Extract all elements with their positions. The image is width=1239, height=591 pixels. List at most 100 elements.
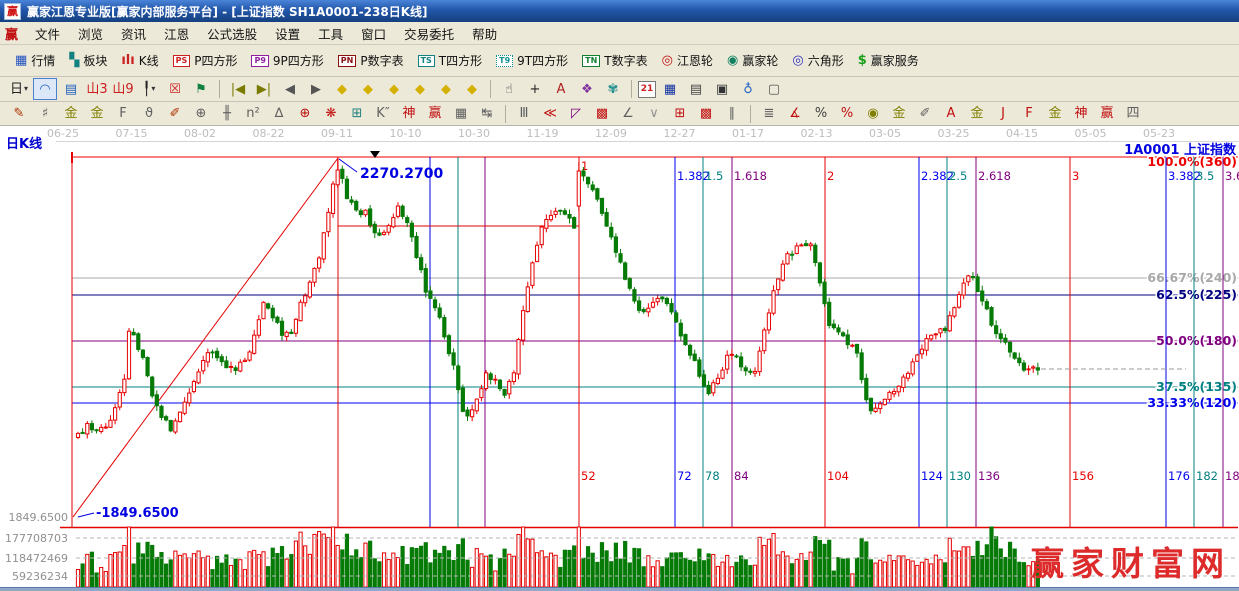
ying-hash-tool[interactable]: 赢 [423, 103, 447, 125]
span-arrows-tool[interactable]: ↹ [475, 103, 499, 125]
percent-angle-tool[interactable]: ∡ [783, 103, 807, 125]
f-hash-tool[interactable]: F [111, 103, 135, 125]
gold-circle-tool[interactable]: ◉ [861, 103, 885, 125]
menu-help[interactable]: 帮助 [463, 22, 506, 45]
gold-angle1-tool[interactable]: 金 [965, 103, 989, 125]
gold-hash-tool[interactable]: 金 [59, 103, 83, 125]
hexagon-button[interactable]: ◎六角形 [785, 49, 850, 72]
next-bar-button[interactable]: ▶ [304, 78, 328, 100]
gold-angle2-tool[interactable]: 金 [1043, 103, 1067, 125]
measure-pen-tool[interactable]: ✐ [913, 103, 937, 125]
calendar-button[interactable]: 21 [638, 81, 656, 98]
bars-9-button[interactable]: 山9 [111, 78, 135, 100]
menu-tools[interactable]: 工具 [309, 22, 352, 45]
menu-trade[interactable]: 交易委托 [395, 22, 463, 45]
angle-a-tool[interactable]: ∆ [267, 103, 291, 125]
ruler-123-tool[interactable]: ▦ [449, 103, 473, 125]
pen-ruler-tool[interactable]: ✐ [163, 103, 187, 125]
zoom-in-x-button[interactable]: ◆ [356, 78, 380, 100]
menu-formula-picker[interactable]: 公式选股 [198, 22, 266, 45]
wave-a-tool[interactable]: A [939, 103, 963, 125]
hash-tool[interactable]: ♯ [33, 103, 57, 125]
gold-lines-tool[interactable]: 金 [887, 103, 911, 125]
t-square-button[interactable]: TST四方形 [411, 49, 490, 72]
info-board-button[interactable]: ▤ [59, 78, 83, 100]
candle-style-dropdown[interactable]: ╿▾ [137, 78, 161, 100]
save-button[interactable]: ▣ [710, 78, 734, 100]
k-marks-tool[interactable]: K″ [371, 103, 395, 125]
zoom-out-x-button[interactable]: ◆ [330, 78, 354, 100]
n2-tool[interactable]: n² [241, 103, 265, 125]
p-number-button[interactable]: PNP数字表 [331, 49, 411, 72]
menu-browse[interactable]: 浏览 [69, 22, 112, 45]
fan-square-tool[interactable]: ◸ [564, 103, 588, 125]
crosshair-button[interactable]: + [523, 78, 547, 100]
clamp-tool[interactable]: Ⅲ [512, 103, 536, 125]
menu-gann[interactable]: 江恩 [155, 22, 198, 45]
gann-wheel-button[interactable]: ◎江恩轮 [655, 49, 720, 72]
f-angle-tool[interactable]: F [1017, 103, 1041, 125]
fan-box-tool[interactable]: ▩ [590, 103, 614, 125]
shen-angle-tool[interactable]: 神 [1069, 103, 1093, 125]
first-bar-button[interactable]: |◀ [226, 78, 250, 100]
menu-news[interactable]: 资讯 [112, 22, 155, 45]
mark-button[interactable]: ❖ [575, 78, 599, 100]
red-grid2-tool[interactable]: ▩ [694, 103, 718, 125]
pattern-x-button[interactable]: ☒ [163, 78, 187, 100]
kline-chart[interactable]: 06-2507-1508-0208-2209-1110-1010-3011-19… [0, 126, 1239, 591]
zoom-in-y-button[interactable]: ◆ [460, 78, 484, 100]
t9-square-button[interactable]: T99T四方形 [489, 49, 575, 72]
gann-circle-tool[interactable]: ⊕ [189, 103, 213, 125]
parallels-tool[interactable]: ∥ [720, 103, 744, 125]
hand-drag-button[interactable]: ☝ [497, 78, 521, 100]
winner-service-button[interactable]: $赢家服务 [851, 49, 926, 72]
menu-file[interactable]: 文件 [26, 22, 69, 45]
gold-hash2-tool[interactable]: 金 [85, 103, 109, 125]
prev-bar-button[interactable]: ◀ [278, 78, 302, 100]
zigzag-tool[interactable]: ∨ [642, 103, 666, 125]
menu-settings[interactable]: 设置 [266, 22, 309, 45]
brush-tool[interactable]: ✎ [7, 103, 31, 125]
candle-body [1022, 363, 1025, 370]
last-bar-button[interactable]: ▶| [252, 78, 276, 100]
spiral-tool[interactable]: ϑ [137, 103, 161, 125]
angle-lines-tool[interactable]: ∠ [616, 103, 640, 125]
scale-tool[interactable]: ≣ [757, 103, 781, 125]
shen-hash-tool[interactable]: 神 [397, 103, 421, 125]
annotate-button[interactable]: A [549, 78, 573, 100]
quotes-button[interactable]: ▦行情 [8, 49, 62, 72]
calculator-button[interactable]: ▦ [658, 78, 682, 100]
volume-bar [498, 558, 501, 587]
winner-wheel-button[interactable]: ◉赢家轮 [720, 49, 785, 72]
zoom-out-y-button[interactable]: ◆ [434, 78, 458, 100]
spider-web-tool[interactable]: ❋ [319, 103, 343, 125]
kline-button[interactable]: ılıK线 [114, 49, 165, 72]
ticks-tool[interactable]: ╫ [215, 103, 239, 125]
link-button[interactable]: ✾ [601, 78, 625, 100]
percent-line-tool[interactable]: % [835, 103, 859, 125]
sectors-button[interactable]: ▚板块 [62, 49, 114, 72]
menu-window[interactable]: 窗口 [352, 22, 395, 45]
four-angle-tool[interactable]: 四 [1121, 103, 1145, 125]
percent-tool[interactable]: % [809, 103, 833, 125]
red-grid-tool[interactable]: ⊞ [668, 103, 692, 125]
signal-flag-button[interactable]: ⚑ [189, 78, 213, 100]
zoom-in-xy-button[interactable]: ◆ [382, 78, 406, 100]
kline-period-dropdown[interactable]: 日▾ [7, 78, 31, 100]
t-number-button[interactable]: TNT数字表 [575, 49, 655, 72]
web-square-tool[interactable]: ⊞ [345, 103, 369, 125]
p9-square-button[interactable]: P99P四方形 [244, 49, 330, 72]
circle-cross-tool[interactable]: ⊕ [293, 103, 317, 125]
red-fan-tool[interactable]: ≪ [538, 103, 562, 125]
ying-angle-tool[interactable]: 赢 [1095, 103, 1119, 125]
bars-3-button[interactable]: 山3 [85, 78, 109, 100]
notes-button[interactable]: ▤ [684, 78, 708, 100]
p-square-button[interactable]: PSP四方形 [166, 49, 245, 72]
time-line-count-label: 104 [827, 469, 849, 483]
title-bar[interactable]: 赢 赢家江恩专业版[赢家内部服务平台] - [上证指数 SH1A0001-238… [0, 0, 1239, 22]
j-angle-tool[interactable]: J [991, 103, 1015, 125]
overlay-curve-button[interactable]: ◠ [33, 78, 57, 100]
web-button[interactable]: ♁ [736, 78, 760, 100]
zoom-out-xy-button[interactable]: ◆ [408, 78, 432, 100]
remote-button[interactable]: ▢ [762, 78, 786, 100]
